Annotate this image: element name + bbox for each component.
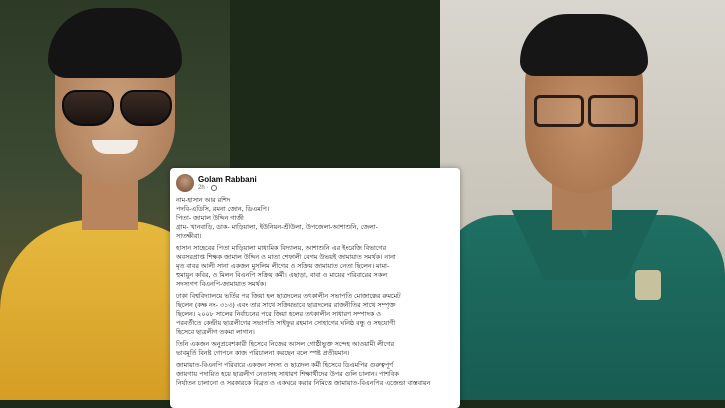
facebook-post-card: Golam Rabbani 2h · নাম-হাসান আর রশিদ পদব…	[170, 168, 460, 408]
sunglasses-lens-left	[62, 90, 114, 126]
post-line: ভাবমূর্তি বিনষ্ট গোপনে কাজ পরিচালনা করছে…	[176, 349, 350, 357]
post-line: ঢাকা বিশ্ববিদ্যালয়ে ভর্তির পর জিয়া হল …	[176, 292, 401, 300]
uniform-badge	[635, 270, 661, 300]
eyeglasses	[534, 95, 638, 127]
post-line: হিসেবে ছাত্রলীগ তকমা লাগান।	[176, 328, 255, 336]
post-paragraph-3: তিনি একজন অনুপ্রবেশকারী হিসেবে নিজের আসল…	[176, 340, 454, 358]
post-line: মৃত বাবর আলী সানা একজন মুসলিম লীগের ও সক…	[176, 262, 390, 270]
post-paragraph-2: ঢাকা বিশ্ববিদ্যালয়ে ভর্তির পর জিয়া হল …	[176, 292, 454, 337]
post-line: তিনি একজন অনুপ্রবেশকারী হিসেবে নিজের আসল…	[176, 340, 394, 348]
author-name[interactable]: Golam Rabbani	[198, 175, 257, 184]
sunglasses-lens-right	[120, 90, 172, 126]
post-line: সাতক্ষীরা।	[176, 232, 202, 240]
post-body: নাম-হাসান আর রশিদ পদবি-এডিসি, রমনা জোন, …	[176, 196, 454, 388]
right-photo	[440, 0, 725, 400]
post-line: পদবি-এডিসি, রমনা জোন, ডিএমপি।	[176, 205, 270, 213]
eyeglasses-lens-right	[588, 95, 638, 127]
post-line: হাসান সাহেবের পিতা মাড়িয়ালা মাধ্যমিক ব…	[176, 244, 387, 252]
post-line: ছিলেন। ২০০৮ সালের নির্বাচনের পরে জিয়া হ…	[176, 310, 382, 318]
post-paragraph-1: হাসান সাহেবের পিতা মাড়িয়ালা মাধ্যমিক ব…	[176, 244, 454, 289]
post-line: জায়গায় পদায়িত হয়ে ছাত্রলীগ নেতাসহ সা…	[176, 370, 399, 378]
post-header: Golam Rabbani 2h ·	[176, 172, 454, 194]
post-meta: 2h ·	[198, 184, 257, 191]
sunglasses	[62, 90, 172, 126]
post-info-block: নাম-হাসান আর রশিদ পদবি-এডিসি, রমনা জোন, …	[176, 196, 454, 241]
post-time[interactable]: 2h	[198, 185, 205, 191]
post-line: গ্রাম- খানবাড়ি, ডাক- মাড়িয়ালা, ইউনিয়…	[176, 223, 378, 231]
post-line: জামায়াত-বিএনপি পরিবারে একজন সদস্য ও ছাত…	[176, 361, 394, 369]
post-paragraph-4: জামায়াত-বিএনপি পরিবারে একজন সদস্য ও ছাত…	[176, 361, 454, 388]
post-line: অবসরপ্রাপ্ত শিক্ষক জামাল উদ্দিন ও মাতা শ…	[176, 253, 396, 261]
post-line: নির্যাতন চালানো ও সরকারকে বিব্রত ও একঘরে…	[176, 379, 431, 387]
post-line: সদস্যগণ বিএনপি-জামায়াত সমর্থক।	[176, 280, 267, 288]
post-line: পরবর্তীতে কেন্দ্রীয় ছাত্রলীগের সভাপতি স…	[176, 319, 396, 327]
left-person-hair	[48, 8, 182, 78]
left-person-smile	[92, 140, 138, 154]
post-line: হুমায়ুন কবির, ও মিলন বিএনপি সক্রিয় কর্…	[176, 271, 387, 279]
post-line: ছিলেন (কক্ষ নং- ৩১৩) এবং তার সাথে সক্রিয…	[176, 301, 396, 309]
author-info: Golam Rabbani 2h ·	[198, 175, 257, 191]
post-line: নাম-হাসান আর রশিদ	[176, 196, 231, 204]
globe-icon	[210, 184, 217, 191]
eyeglasses-lens-left	[534, 95, 584, 127]
right-person-hair	[520, 14, 648, 76]
author-avatar[interactable]	[176, 174, 194, 192]
post-line: পিতা- জামাল উদ্দিন গাজী	[176, 214, 244, 222]
